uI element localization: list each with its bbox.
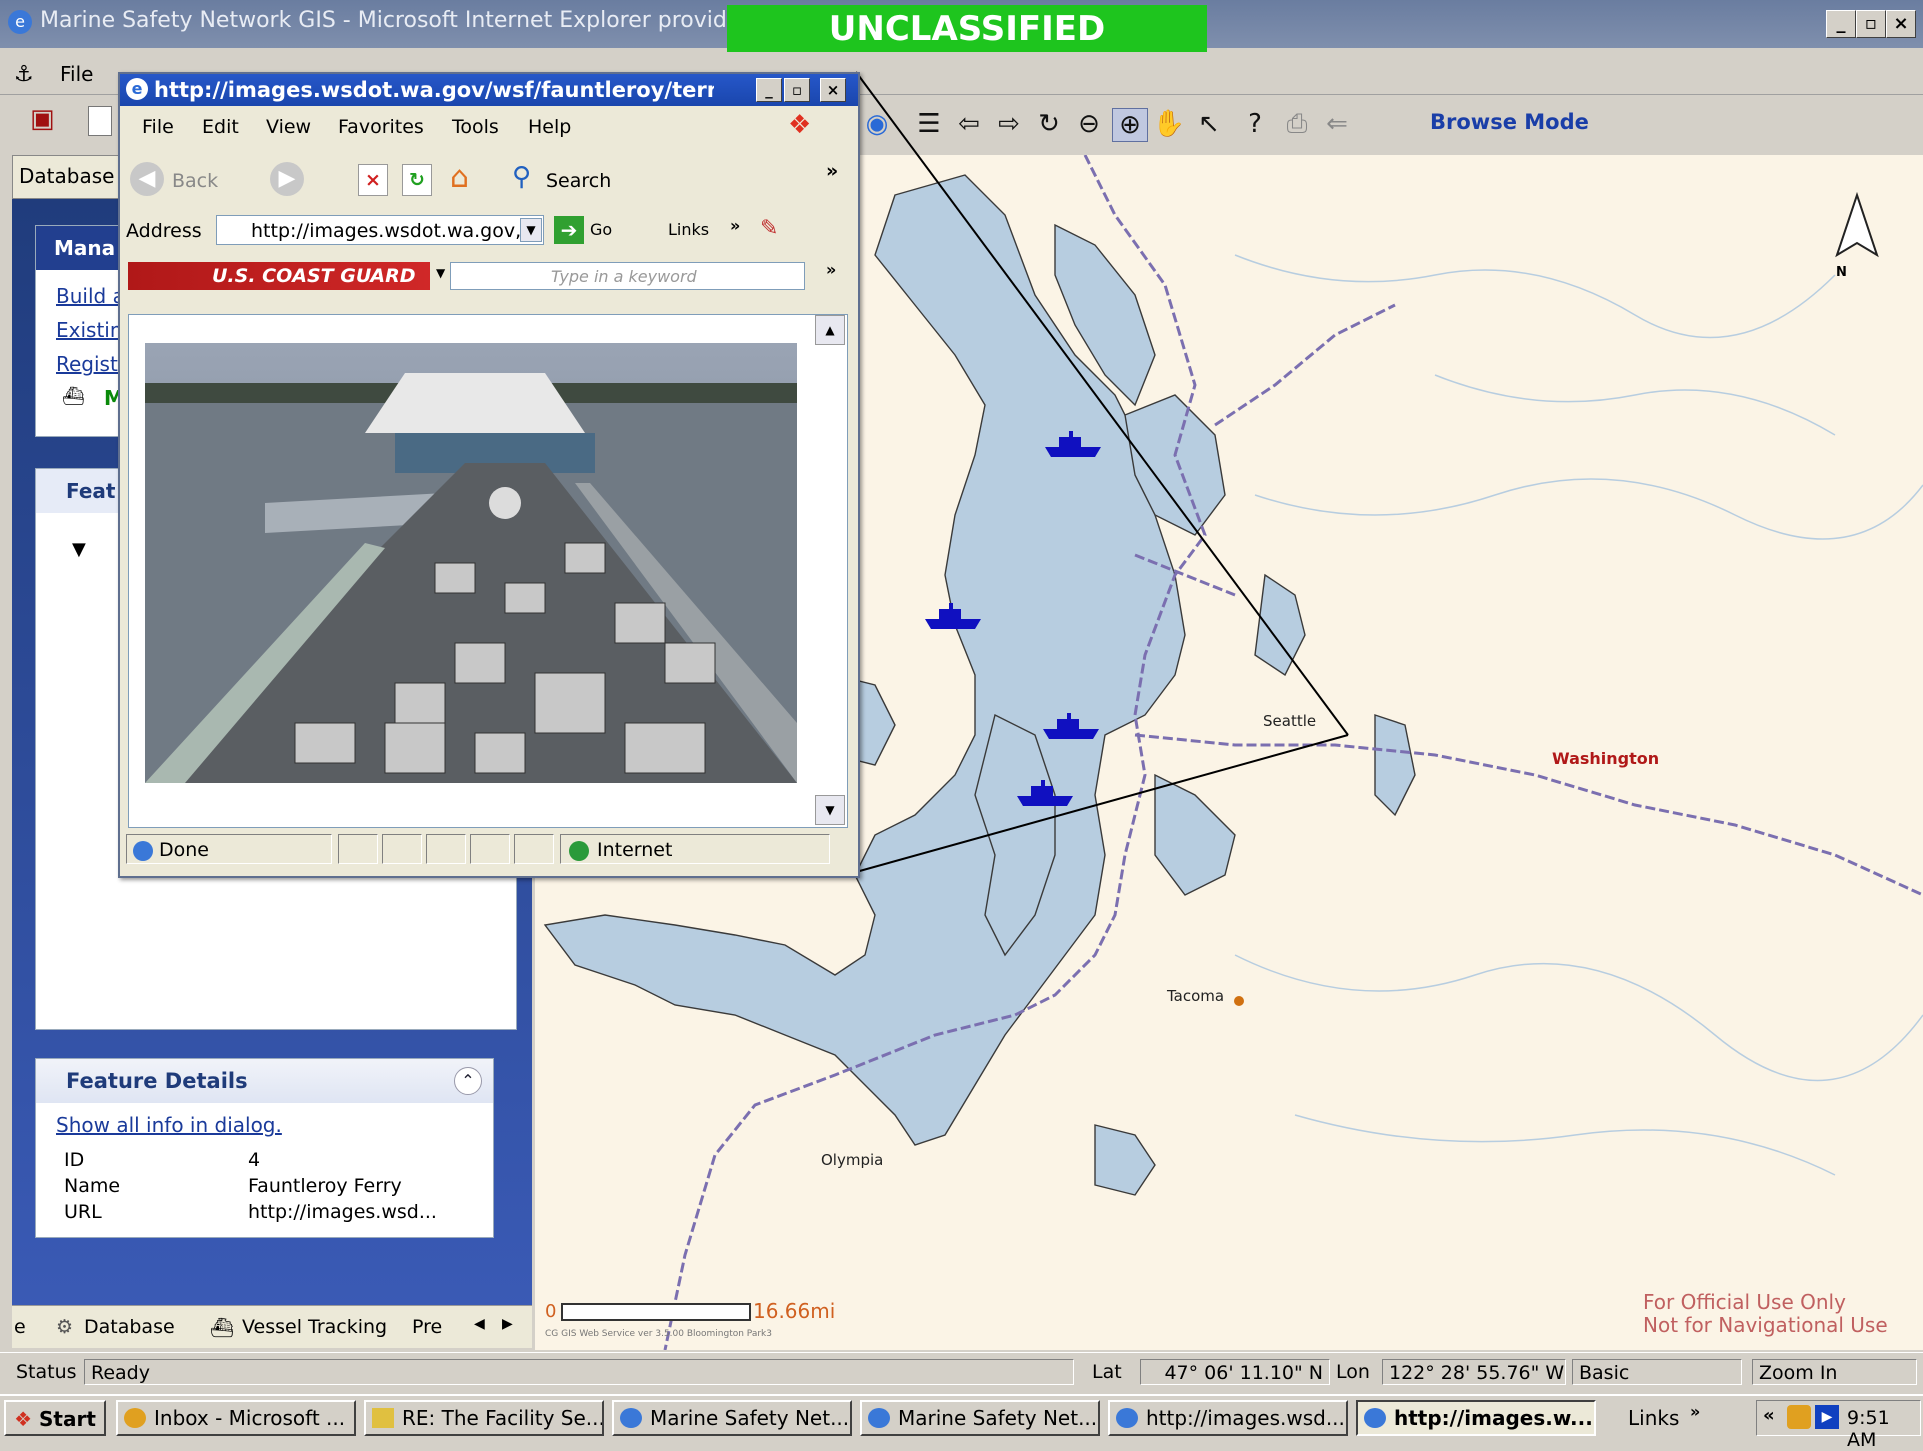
start-button[interactable]: ❖ Start — [4, 1400, 106, 1436]
search-label[interactable]: Search — [546, 170, 611, 192]
ie-icon — [620, 1408, 642, 1428]
status-slot — [426, 834, 466, 864]
status-slot — [338, 834, 378, 864]
taskbar-button-inbox[interactable]: Inbox - Microsoft ... — [116, 1400, 356, 1436]
status-slot — [470, 834, 510, 864]
popup-menubar: File Edit View Favorites Tools Help ❖ — [120, 108, 858, 148]
tray-play-icon[interactable]: ▶ — [1815, 1405, 1839, 1429]
status-slot — [382, 834, 422, 864]
popup-menu-tools[interactable]: Tools — [452, 116, 499, 138]
popup-menu-help[interactable]: Help — [528, 116, 571, 138]
links-chevron-icon[interactable]: » — [1690, 1402, 1700, 1421]
taskbar-label: Inbox - Microsoft ... — [154, 1406, 346, 1430]
page-icon — [133, 840, 153, 861]
home-icon[interactable]: ⌂ — [450, 160, 469, 195]
popup-content-area: ▲ ▼ — [128, 314, 848, 828]
popup-minimize-button[interactable]: _ — [756, 78, 782, 102]
status-bar: Status Ready Lat 47° 06' 11.10" N Lon 12… — [0, 1352, 1923, 1393]
tray-app-icon[interactable] — [1787, 1405, 1811, 1429]
mode-value: Basic — [1572, 1359, 1742, 1385]
go-label[interactable]: Go — [590, 220, 612, 239]
status-label: Status — [16, 1361, 77, 1383]
status-zone-field: Internet — [560, 834, 830, 864]
links-toolbar-label[interactable]: Links — [1628, 1406, 1679, 1430]
tray-collapse-icon[interactable]: « — [1763, 1405, 1775, 1426]
scroll-up-icon[interactable]: ▲ — [815, 315, 845, 345]
back-label[interactable]: Back — [172, 170, 218, 192]
status-zone: Internet — [597, 839, 673, 861]
status-done: Done — [159, 839, 209, 861]
taskbar-button-images-1[interactable]: http://images.wsd... — [1108, 1400, 1348, 1436]
taskbar-label: RE: The Facility Se... — [402, 1406, 604, 1430]
taskbar-button-msn-2[interactable]: Marine Safety Net... — [860, 1400, 1100, 1436]
lat-value: 47° 06' 11.10" N — [1140, 1359, 1330, 1385]
address-label: Address — [126, 220, 202, 242]
lon-label: Lon — [1336, 1361, 1370, 1383]
address-input[interactable]: http://images.wsdot.wa.gov, — [216, 215, 544, 245]
ie-icon — [1116, 1408, 1138, 1428]
popup-status-bar: Done Internet — [124, 834, 852, 866]
taskbar-button-email[interactable]: RE: The Facility Se... — [364, 1400, 604, 1436]
windows-flag-icon: ❖ — [788, 110, 812, 140]
popup-browser-window: e http://images.wsdot.wa.gov/wsf/fauntle… — [118, 72, 860, 878]
ie-icon — [1364, 1408, 1386, 1428]
stop-icon[interactable]: × — [358, 164, 388, 196]
ie-icon — [868, 1408, 890, 1428]
search-icon[interactable]: ⚲ — [512, 162, 531, 192]
popup-uscg-toolbar: U.S. COAST GUARD ▼ Type in a keyword » — [120, 258, 858, 298]
back-icon[interactable]: ◀ — [130, 162, 164, 196]
taskbar-label: http://images.w... — [1394, 1406, 1593, 1430]
uscg-dropdown-icon[interactable]: ▼ — [436, 266, 445, 280]
windows-logo-icon: ❖ — [14, 1407, 33, 1431]
ie-icon: e — [126, 78, 148, 100]
tool-value: Zoom In — [1752, 1359, 1917, 1385]
toolbar-chevron-icon[interactable]: » — [826, 160, 838, 182]
internet-globe-icon — [569, 840, 589, 861]
popup-address-bar: Address http://images.wsdot.wa.gov, ▼ ➔ … — [120, 212, 858, 252]
status-done-field: Done — [126, 834, 332, 864]
status-slot — [514, 834, 554, 864]
taskbar-label: Marine Safety Net... — [650, 1406, 850, 1430]
taskbar-button-images-2[interactable]: http://images.w... — [1356, 1400, 1596, 1436]
taskbar: ❖ Start Inbox - Microsoft ... RE: The Fa… — [0, 1394, 1923, 1451]
mail-icon — [372, 1408, 394, 1428]
lon-value: 122° 28' 55.76" W — [1382, 1359, 1566, 1385]
system-tray: « ▶ 9:51 AM — [1756, 1400, 1921, 1451]
scroll-down-icon[interactable]: ▼ — [815, 795, 845, 825]
ferry-terminal-photo — [145, 343, 797, 783]
clock: 9:51 AM — [1847, 1407, 1890, 1451]
popup-title: http://images.wsdot.wa.gov/wsf/fauntlero… — [154, 78, 714, 102]
forward-icon[interactable]: ▶ — [270, 162, 304, 196]
links-chevron-icon[interactable]: » — [730, 216, 740, 235]
taskbar-label: http://images.wsd... — [1146, 1406, 1345, 1430]
taskbar-label: Marine Safety Net... — [898, 1406, 1098, 1430]
popup-titlebar: e http://images.wsdot.wa.gov/wsf/fauntle… — [120, 74, 858, 106]
popup-menu-favorites[interactable]: Favorites — [338, 116, 424, 138]
taskbar-button-msn-1[interactable]: Marine Safety Net... — [612, 1400, 852, 1436]
lat-label: Lat — [1092, 1361, 1122, 1383]
popup-menu-view[interactable]: View — [266, 116, 311, 138]
links-label[interactable]: Links — [668, 220, 709, 239]
status-value: Ready — [84, 1359, 1074, 1385]
acrobat-icon[interactable]: ✎ — [760, 216, 778, 241]
outlook-icon — [124, 1408, 146, 1428]
refresh-icon[interactable]: ↻ — [402, 164, 432, 196]
uscg-logo-bar[interactable]: U.S. COAST GUARD — [128, 262, 430, 290]
popup-nav-toolbar: ◀ Back ▶ × ↻ ⌂ ⚲ Search » — [120, 154, 858, 206]
popup-maximize-button[interactable]: ▫ — [784, 78, 810, 102]
start-label: Start — [39, 1407, 96, 1431]
popup-close-button[interactable]: × — [820, 78, 846, 102]
popup-menu-edit[interactable]: Edit — [202, 116, 239, 138]
address-dropdown-icon[interactable]: ▼ — [520, 218, 542, 242]
uscg-chevron-icon[interactable]: » — [826, 260, 836, 279]
keyword-search-input[interactable]: Type in a keyword — [450, 262, 805, 290]
go-arrow-icon[interactable]: ➔ — [554, 216, 584, 244]
popup-menu-file[interactable]: File — [142, 116, 174, 138]
